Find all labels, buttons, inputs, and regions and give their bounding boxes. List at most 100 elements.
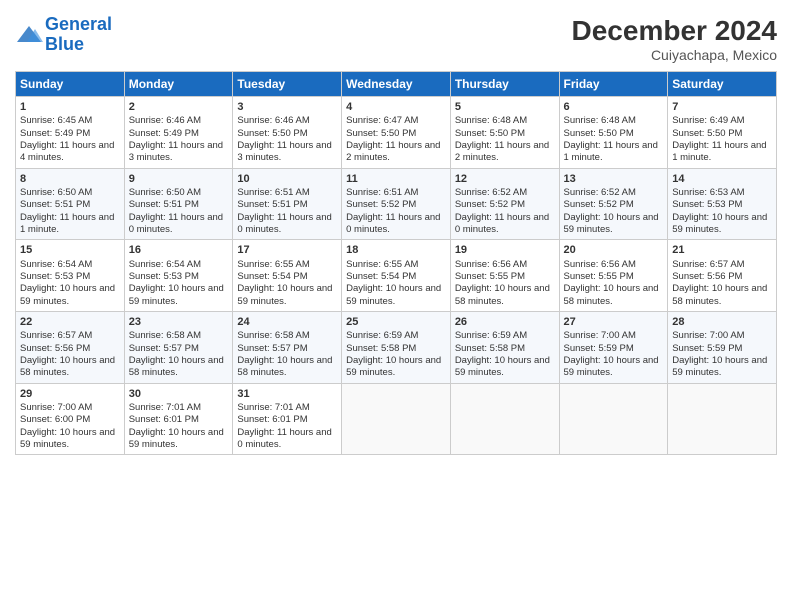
day-number: 11 xyxy=(346,172,446,186)
day-cell: 24 Sunrise: 6:58 AM Sunset: 5:57 PM Dayl… xyxy=(233,312,342,384)
daylight-label: Daylight: 11 hours and 0 minutes. xyxy=(237,212,331,235)
day-number: 15 xyxy=(20,243,120,257)
day-cell: 22 Sunrise: 6:57 AM Sunset: 5:56 PM Dayl… xyxy=(16,312,125,384)
logo-line1: General xyxy=(45,14,112,34)
day-cell: 6 Sunrise: 6:48 AM Sunset: 5:50 PM Dayli… xyxy=(559,97,668,169)
title-block: December 2024 Cuiyachapa, Mexico xyxy=(572,15,777,63)
sunrise-label: Sunrise: 6:51 AM xyxy=(237,187,309,198)
daylight-label: Daylight: 10 hours and 59 minutes. xyxy=(237,283,332,306)
sunset-label: Sunset: 5:52 PM xyxy=(455,199,525,210)
day-cell: 15 Sunrise: 6:54 AM Sunset: 5:53 PM Dayl… xyxy=(16,240,125,312)
daylight-label: Daylight: 10 hours and 59 minutes. xyxy=(672,212,767,235)
day-number: 12 xyxy=(455,172,555,186)
day-number: 7 xyxy=(672,100,772,114)
daylight-label: Daylight: 10 hours and 59 minutes. xyxy=(20,283,115,306)
sunrise-label: Sunrise: 7:00 AM xyxy=(564,330,636,341)
sunrise-label: Sunrise: 6:52 AM xyxy=(455,187,527,198)
daylight-label: Daylight: 11 hours and 0 minutes. xyxy=(129,212,223,235)
day-cell: 14 Sunrise: 6:53 AM Sunset: 5:53 PM Dayl… xyxy=(668,168,777,240)
sunset-label: Sunset: 5:57 PM xyxy=(237,343,307,354)
sunrise-label: Sunrise: 6:58 AM xyxy=(129,330,201,341)
week-row-5: 29 Sunrise: 7:00 AM Sunset: 6:00 PM Dayl… xyxy=(16,383,777,455)
sunrise-label: Sunrise: 6:52 AM xyxy=(564,187,636,198)
sunset-label: Sunset: 5:51 PM xyxy=(20,199,90,210)
sunset-label: Sunset: 5:54 PM xyxy=(237,271,307,282)
sunset-label: Sunset: 5:50 PM xyxy=(455,128,525,139)
sunrise-label: Sunrise: 6:59 AM xyxy=(455,330,527,341)
daylight-label: Daylight: 10 hours and 59 minutes. xyxy=(672,355,767,378)
daylight-label: Daylight: 11 hours and 1 minute. xyxy=(20,212,114,235)
daylight-label: Daylight: 10 hours and 59 minutes. xyxy=(564,212,659,235)
day-number: 18 xyxy=(346,243,446,257)
day-cell: 23 Sunrise: 6:58 AM Sunset: 5:57 PM Dayl… xyxy=(124,312,233,384)
day-cell: 17 Sunrise: 6:55 AM Sunset: 5:54 PM Dayl… xyxy=(233,240,342,312)
daylight-label: Daylight: 11 hours and 3 minutes. xyxy=(237,140,331,163)
page-container: General Blue December 2024 Cuiyachapa, M… xyxy=(0,0,792,465)
sunset-label: Sunset: 5:49 PM xyxy=(20,128,90,139)
week-row-1: 1 Sunrise: 6:45 AM Sunset: 5:49 PM Dayli… xyxy=(16,97,777,169)
daylight-label: Daylight: 10 hours and 59 minutes. xyxy=(346,355,441,378)
daylight-label: Daylight: 11 hours and 2 minutes. xyxy=(455,140,549,163)
sunset-label: Sunset: 5:59 PM xyxy=(672,343,742,354)
day-number: 31 xyxy=(237,387,337,401)
day-number: 25 xyxy=(346,315,446,329)
sunset-label: Sunset: 5:56 PM xyxy=(20,343,90,354)
day-cell: 7 Sunrise: 6:49 AM Sunset: 5:50 PM Dayli… xyxy=(668,97,777,169)
header-cell-monday: Monday xyxy=(124,72,233,97)
day-cell: 28 Sunrise: 7:00 AM Sunset: 5:59 PM Dayl… xyxy=(668,312,777,384)
day-cell: 29 Sunrise: 7:00 AM Sunset: 6:00 PM Dayl… xyxy=(16,383,125,455)
sunset-label: Sunset: 5:50 PM xyxy=(564,128,634,139)
daylight-label: Daylight: 10 hours and 59 minutes. xyxy=(346,283,441,306)
daylight-label: Daylight: 10 hours and 59 minutes. xyxy=(129,427,224,450)
sunrise-label: Sunrise: 6:47 AM xyxy=(346,115,418,126)
day-cell: 30 Sunrise: 7:01 AM Sunset: 6:01 PM Dayl… xyxy=(124,383,233,455)
day-cell: 13 Sunrise: 6:52 AM Sunset: 5:52 PM Dayl… xyxy=(559,168,668,240)
daylight-label: Daylight: 10 hours and 58 minutes. xyxy=(672,283,767,306)
header-row: SundayMondayTuesdayWednesdayThursdayFrid… xyxy=(16,72,777,97)
day-number: 26 xyxy=(455,315,555,329)
day-number: 1 xyxy=(20,100,120,114)
sunset-label: Sunset: 6:00 PM xyxy=(20,414,90,425)
day-cell: 10 Sunrise: 6:51 AM Sunset: 5:51 PM Dayl… xyxy=(233,168,342,240)
sunset-label: Sunset: 5:52 PM xyxy=(564,199,634,210)
day-cell: 20 Sunrise: 6:56 AM Sunset: 5:55 PM Dayl… xyxy=(559,240,668,312)
day-number: 29 xyxy=(20,387,120,401)
page-header: General Blue December 2024 Cuiyachapa, M… xyxy=(15,15,777,63)
header-cell-thursday: Thursday xyxy=(450,72,559,97)
daylight-label: Daylight: 11 hours and 0 minutes. xyxy=(346,212,440,235)
subtitle: Cuiyachapa, Mexico xyxy=(572,47,777,63)
sunset-label: Sunset: 5:59 PM xyxy=(564,343,634,354)
logo-line2: Blue xyxy=(45,34,84,54)
header-cell-wednesday: Wednesday xyxy=(342,72,451,97)
day-cell: 18 Sunrise: 6:55 AM Sunset: 5:54 PM Dayl… xyxy=(342,240,451,312)
sunset-label: Sunset: 5:53 PM xyxy=(129,271,199,282)
week-row-2: 8 Sunrise: 6:50 AM Sunset: 5:51 PM Dayli… xyxy=(16,168,777,240)
day-cell xyxy=(668,383,777,455)
daylight-label: Daylight: 11 hours and 0 minutes. xyxy=(237,427,331,450)
day-cell: 4 Sunrise: 6:47 AM Sunset: 5:50 PM Dayli… xyxy=(342,97,451,169)
sunset-label: Sunset: 6:01 PM xyxy=(237,414,307,425)
header-cell-sunday: Sunday xyxy=(16,72,125,97)
sunrise-label: Sunrise: 6:48 AM xyxy=(564,115,636,126)
sunrise-label: Sunrise: 6:55 AM xyxy=(346,259,418,270)
sunrise-label: Sunrise: 7:01 AM xyxy=(237,402,309,413)
sunrise-label: Sunrise: 6:58 AM xyxy=(237,330,309,341)
sunrise-label: Sunrise: 6:56 AM xyxy=(455,259,527,270)
sunrise-label: Sunrise: 6:54 AM xyxy=(20,259,92,270)
day-cell: 9 Sunrise: 6:50 AM Sunset: 5:51 PM Dayli… xyxy=(124,168,233,240)
sunset-label: Sunset: 5:55 PM xyxy=(564,271,634,282)
day-cell: 21 Sunrise: 6:57 AM Sunset: 5:56 PM Dayl… xyxy=(668,240,777,312)
daylight-label: Daylight: 11 hours and 2 minutes. xyxy=(346,140,440,163)
day-number: 20 xyxy=(564,243,664,257)
daylight-label: Daylight: 11 hours and 3 minutes. xyxy=(129,140,223,163)
day-cell: 26 Sunrise: 6:59 AM Sunset: 5:58 PM Dayl… xyxy=(450,312,559,384)
sunset-label: Sunset: 5:50 PM xyxy=(237,128,307,139)
logo-text: General Blue xyxy=(45,15,112,55)
sunrise-label: Sunrise: 6:54 AM xyxy=(129,259,201,270)
sunset-label: Sunset: 5:51 PM xyxy=(129,199,199,210)
sunset-label: Sunset: 5:53 PM xyxy=(20,271,90,282)
day-number: 13 xyxy=(564,172,664,186)
day-cell: 1 Sunrise: 6:45 AM Sunset: 5:49 PM Dayli… xyxy=(16,97,125,169)
sunrise-label: Sunrise: 6:48 AM xyxy=(455,115,527,126)
sunrise-label: Sunrise: 6:57 AM xyxy=(672,259,744,270)
